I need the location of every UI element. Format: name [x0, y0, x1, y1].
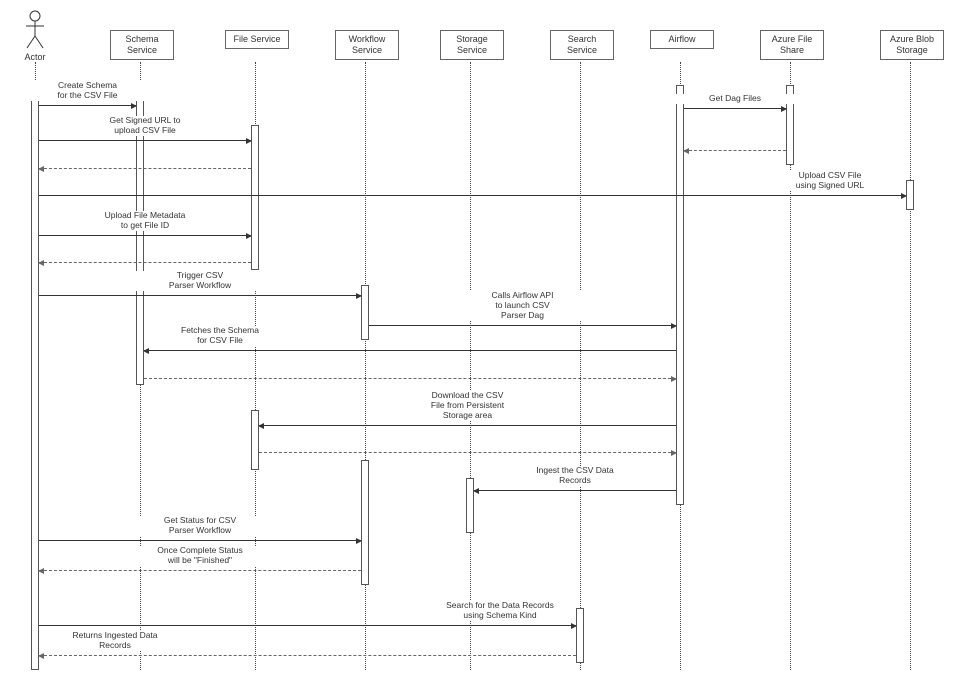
message-5 — [39, 195, 906, 196]
message-label-10: Fetches the Schema for CSV File — [150, 326, 290, 346]
message-13 — [259, 452, 676, 453]
message-8 — [39, 295, 361, 296]
arrowhead-icon — [38, 653, 44, 659]
arrowhead-icon — [38, 260, 44, 266]
activation-actor-0 — [31, 85, 39, 670]
participant-search: Search Service — [550, 30, 614, 60]
message-6 — [39, 235, 251, 236]
message-18 — [39, 655, 576, 656]
message-label-5: Upload CSV File using Signed URL — [760, 171, 900, 191]
activation-file-3 — [251, 410, 259, 470]
message-0 — [39, 105, 136, 106]
activation-storage-6 — [466, 478, 474, 533]
message-label-6: Upload File Metadata to get File ID — [75, 211, 215, 231]
arrowhead-icon — [38, 568, 44, 574]
arrowhead-icon — [131, 103, 137, 109]
participant-schema: Schema Service — [110, 30, 174, 60]
message-15 — [39, 540, 361, 541]
activation-file-2 — [251, 125, 259, 270]
arrowhead-icon — [258, 423, 264, 429]
message-12 — [259, 425, 676, 426]
message-label-14: Ingest the CSV Data Records — [505, 466, 645, 486]
message-label-12: Download the CSV File from Persistent St… — [398, 391, 538, 420]
participant-storage: Storage Service — [440, 30, 504, 60]
activation-search-7 — [576, 608, 584, 663]
lifeline-abs — [910, 62, 911, 670]
arrowhead-icon — [38, 166, 44, 172]
message-label-0: Create Schema for the CSV File — [18, 81, 158, 101]
arrowhead-icon — [473, 488, 479, 494]
message-label-1: Get Signed URL to upload CSV File — [75, 116, 215, 136]
participant-workflow: Workflow Service — [335, 30, 399, 60]
arrowhead-icon — [143, 348, 149, 354]
message-10 — [144, 350, 676, 351]
arrowhead-icon — [356, 293, 362, 299]
arrowhead-icon — [571, 623, 577, 629]
arrowhead-icon — [356, 538, 362, 544]
sequence-diagram: Actor Schema Service File Service Workflow… — [0, 0, 963, 686]
lifeline-storage — [470, 62, 471, 670]
arrowhead-icon — [246, 233, 252, 239]
message-9 — [369, 325, 676, 326]
message-1 — [39, 140, 251, 141]
participant-airflow: Airflow — [650, 30, 714, 49]
message-7 — [39, 262, 251, 263]
arrowhead-icon — [671, 323, 677, 329]
participant-afs: Azure File Share — [760, 30, 824, 60]
activation-workflow-4 — [361, 285, 369, 340]
activation-abs-10 — [906, 180, 914, 210]
participant-file: File Service — [225, 30, 289, 49]
message-4 — [684, 150, 786, 151]
lifeline-search — [580, 62, 581, 670]
actor-icon — [24, 10, 46, 50]
participant-abs: Azure Blob Storage — [880, 30, 944, 60]
message-16 — [39, 570, 361, 571]
message-label-3: Get Dag Files — [665, 94, 805, 104]
message-11 — [144, 378, 676, 379]
arrowhead-icon — [781, 106, 787, 112]
message-14 — [474, 490, 676, 491]
message-label-18: Returns Ingested Data Records — [45, 631, 185, 651]
message-label-16: Once Complete Status will be "Finished" — [130, 546, 270, 566]
message-label-15: Get Status for CSV Parser Workflow — [130, 516, 270, 536]
message-label-17: Search for the Data Records using Schema… — [430, 601, 570, 621]
arrowhead-icon — [901, 193, 907, 199]
message-3 — [684, 108, 786, 109]
message-label-9: Calls Airflow API to launch CSV Parser D… — [453, 291, 593, 320]
message-2 — [39, 168, 251, 169]
arrowhead-icon — [671, 376, 677, 382]
actor-label: Actor — [14, 52, 56, 62]
message-17 — [39, 625, 576, 626]
message-label-8: Trigger CSV Parser Workflow — [130, 271, 270, 291]
arrowhead-icon — [671, 450, 677, 456]
arrowhead-icon — [683, 148, 689, 154]
activation-workflow-5 — [361, 460, 369, 585]
arrowhead-icon — [246, 138, 252, 144]
